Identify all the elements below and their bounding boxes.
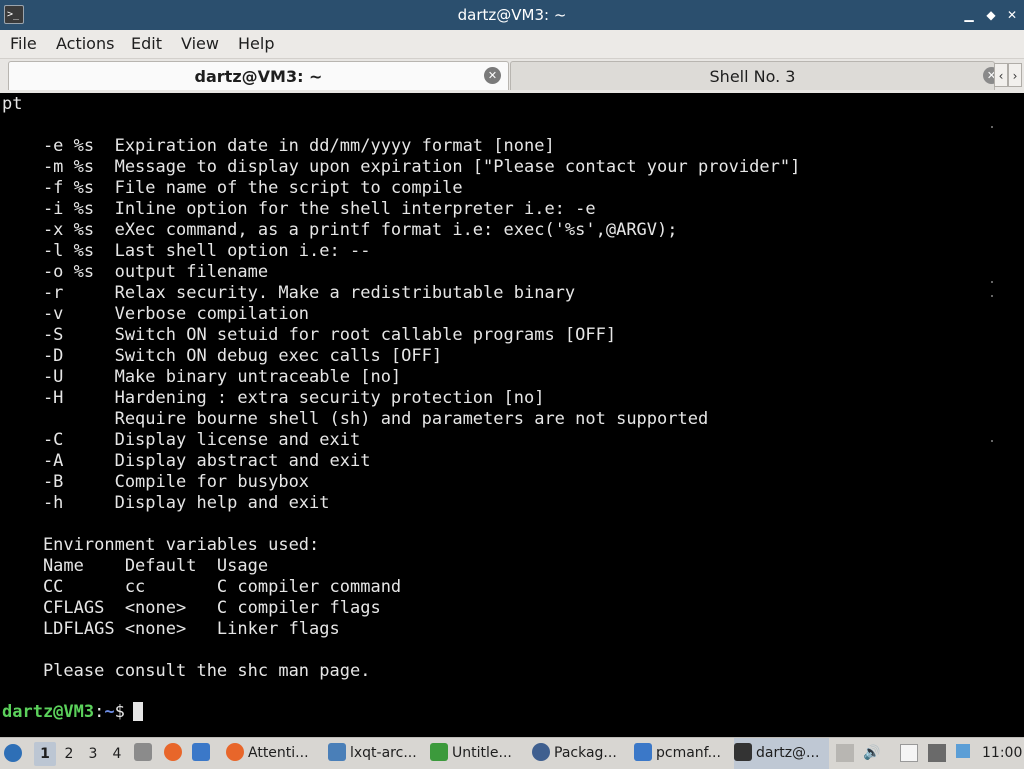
task-label: dartz@... [756,745,820,761]
task-label: lxqt-arc... [350,745,417,761]
desktop-3[interactable]: 3 [82,742,104,766]
desktop-icon [134,743,152,761]
firefox-icon [164,743,182,761]
menu-actions[interactable]: Actions [56,30,114,58]
prompt-line: dartz@VM3:~$ [2,702,143,723]
tab-close-icon[interactable]: ✕ [484,67,501,84]
folder-icon [192,743,210,761]
tab-label: dartz@VM3: ~ [194,67,323,86]
lxqt-logo-icon [4,744,22,762]
package-icon [532,743,550,761]
firefox-launcher[interactable] [164,738,188,769]
text-cursor [132,702,143,721]
spreadsheet-icon [430,743,448,761]
tab-dartz[interactable]: dartz@VM3: ~ [8,61,509,90]
tray-eject-icon[interactable] [836,744,854,762]
terminal-icon [734,743,752,761]
prompt-path: ~ [104,702,115,722]
task-label: Untitle... [452,745,512,761]
archive-icon [328,743,346,761]
desktop-2[interactable]: 2 [58,742,80,766]
menu-file[interactable]: File [10,30,37,58]
scroll-marker [991,440,993,442]
tab-bar: dartz@VM3: ~ ✕ Shell No. 3 ✕ ‹ › [0,59,1024,93]
tab-label: Shell No. 3 [709,67,796,86]
maximize-button[interactable]: ◆ [982,6,1000,24]
terminal-area[interactable]: pt -e %s Expiration date in dd/mm/yyyy f… [0,93,1024,737]
file-manager-launcher[interactable] [192,738,216,769]
scroll-marker [991,295,993,297]
task-archiver[interactable]: lxqt-arc... [328,738,423,769]
terminal-output: pt -e %s Expiration date in dd/mm/yyyy f… [2,94,801,681]
prompt-symbol: $ [114,702,125,722]
task-package-manager[interactable]: Packag... [532,738,627,769]
prompt-separator: : [94,702,105,722]
task-firefox[interactable]: Attenti... [226,738,321,769]
network-icon[interactable] [928,744,946,762]
title-bar[interactable]: >_ dartz@VM3: ~ ▁ ◆ ✕ [0,0,1024,30]
firefox-icon [226,743,244,761]
clock[interactable]: 11:00 [982,738,1022,769]
menu-help[interactable]: Help [238,30,274,58]
start-menu-button[interactable] [4,738,30,769]
tab-scroll-left-button[interactable]: ‹ [994,63,1008,87]
folder-icon [634,743,652,761]
task-pcmanfm[interactable]: pcmanf... [634,738,729,769]
taskbar: 1 2 3 4 Attenti... lxqt-arc... Untitle..… [0,737,1024,769]
volume-icon[interactable]: 🔊 [863,744,881,762]
menu-edit[interactable]: Edit [131,30,162,58]
desktop-4[interactable]: 4 [106,742,128,766]
tab-scroll-right-button[interactable]: › [1008,63,1022,87]
task-label: Packag... [554,745,617,761]
menu-view[interactable]: View [181,30,219,58]
prompt-user: dartz@VM3 [2,702,95,722]
minimize-button[interactable]: ▁ [960,6,978,24]
close-button[interactable]: ✕ [1003,6,1021,24]
clipboard-icon[interactable] [900,744,918,762]
tab-shell-3[interactable]: Shell No. 3 [510,61,995,90]
desktop-1[interactable]: 1 [34,742,56,766]
menu-bar: File Actions Edit View Help [0,30,1024,59]
update-notifier-icon[interactable] [956,744,970,758]
task-spreadsheet[interactable]: Untitle... [430,738,525,769]
scroll-marker [991,281,993,283]
task-label: pcmanf... [656,745,721,761]
task-terminal[interactable]: dartz@... [734,738,829,769]
window-title: dartz@VM3: ~ [457,6,567,24]
show-desktop-button[interactable] [134,738,158,769]
task-label: Attenti... [248,745,309,761]
scroll-marker [991,126,993,128]
